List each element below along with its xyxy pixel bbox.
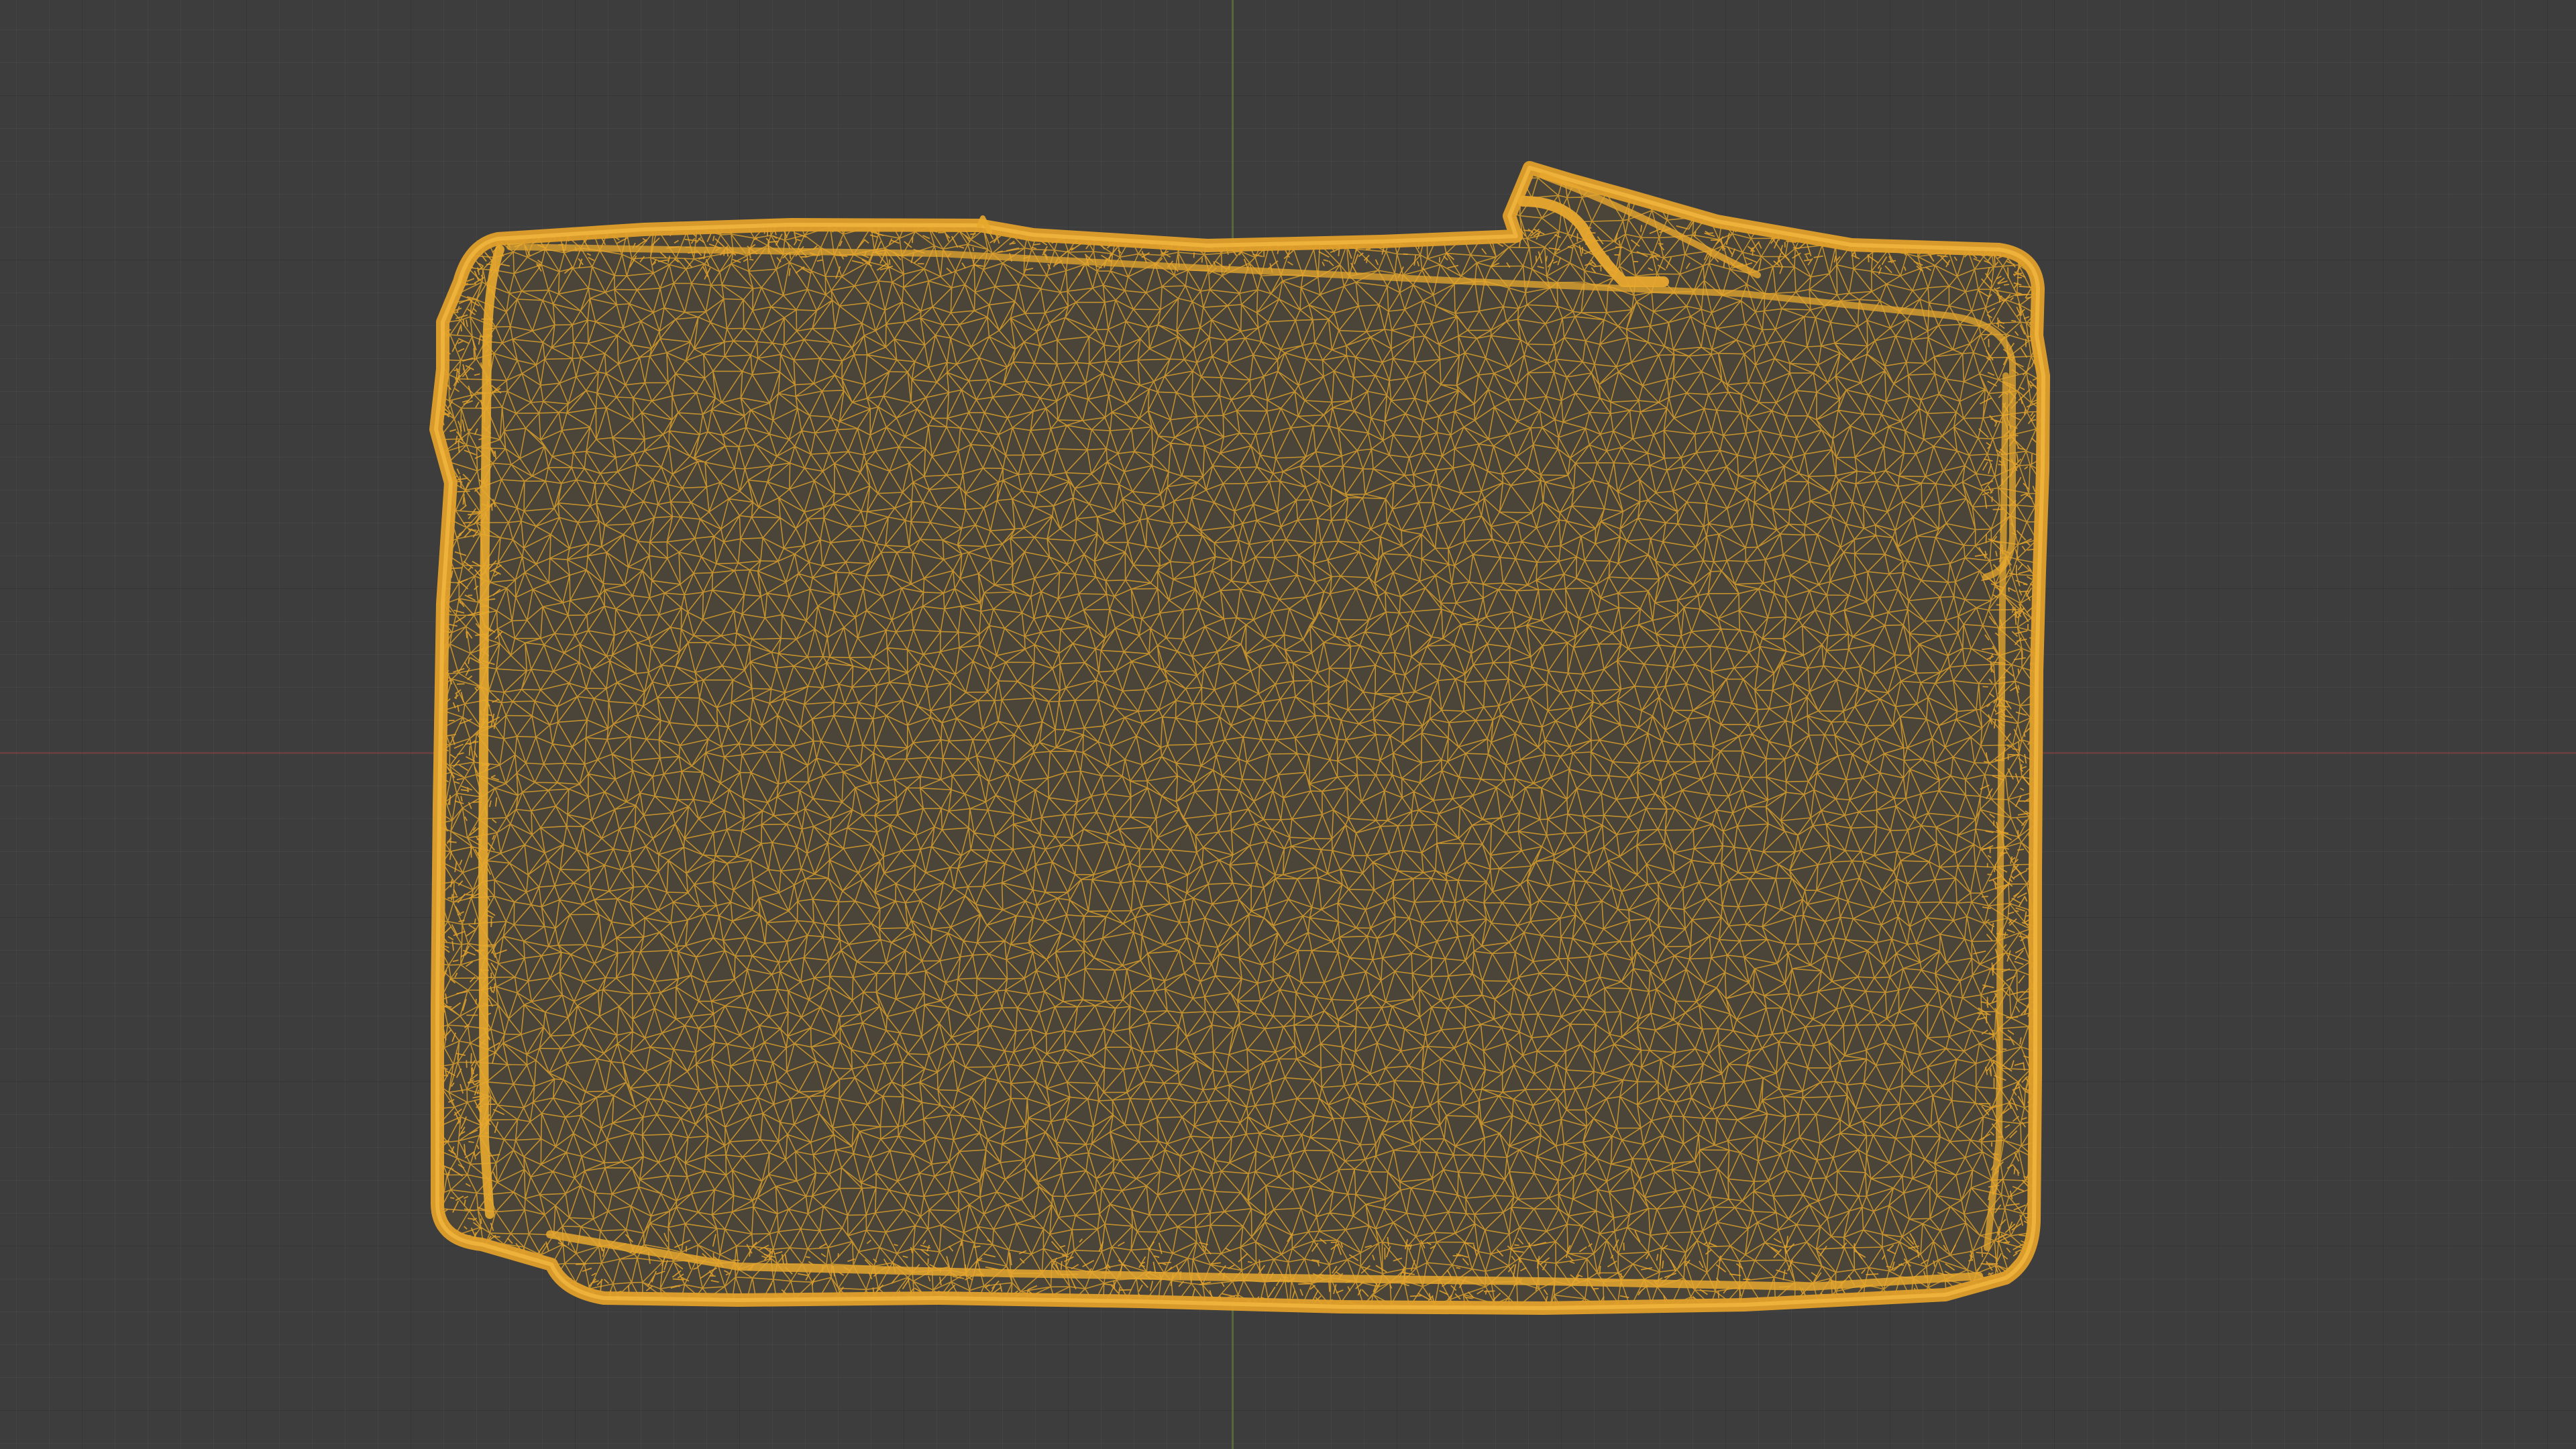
wireframe-mesh[interactable]	[0, 0, 2576, 1449]
3d-viewport[interactable]	[0, 0, 2576, 1449]
